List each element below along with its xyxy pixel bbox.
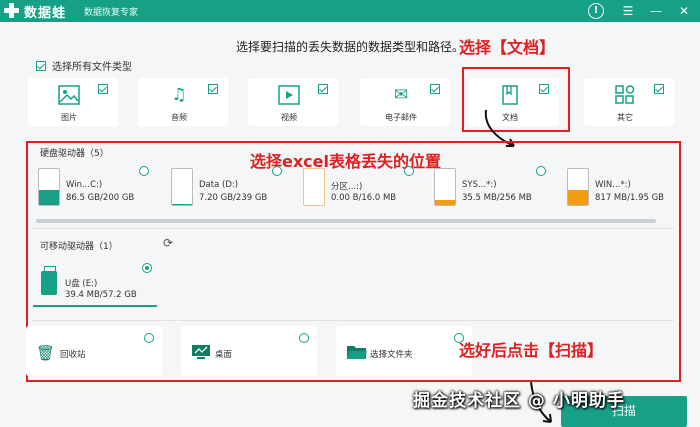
type-checkbox[interactable] bbox=[430, 84, 440, 94]
type-checkbox[interactable] bbox=[318, 84, 328, 94]
minimize-icon[interactable]: — bbox=[648, 3, 664, 19]
desktop-icon bbox=[191, 344, 211, 364]
drive-name: U盘 (E:) bbox=[65, 279, 98, 289]
hard-drive-icon bbox=[303, 168, 325, 206]
type-card-email[interactable]: ✉ 电子邮件 bbox=[360, 78, 450, 126]
drive-name: Data (D:) bbox=[199, 180, 239, 190]
app-brand: 数据蛙 bbox=[24, 6, 67, 21]
drive-name: Win...C:) bbox=[66, 180, 103, 190]
drive-radio[interactable] bbox=[139, 166, 149, 176]
drive-size: 817 MB/1.95 GB bbox=[595, 193, 665, 203]
drive-size: 0.00 B/16.0 MB bbox=[331, 193, 397, 203]
removable-drives-label: 可移动驱动器（1） bbox=[40, 242, 118, 252]
location-recycle-bin[interactable]: 🗑 回收站 bbox=[26, 326, 162, 376]
logo-icon bbox=[4, 3, 19, 18]
location-label: 选择文件夹 bbox=[370, 350, 413, 360]
hard-drive-icon bbox=[38, 168, 60, 206]
drive-radio[interactable] bbox=[404, 166, 414, 176]
folder-icon bbox=[346, 344, 368, 364]
type-checkbox[interactable] bbox=[98, 84, 108, 94]
usb-drive-icon bbox=[41, 266, 57, 295]
title-bar: 数据蛙 数据恢复专家 ! ☰ — ✕ bbox=[0, 0, 700, 22]
type-checkbox[interactable] bbox=[208, 84, 218, 94]
type-card-video[interactable]: 视频 bbox=[248, 78, 338, 126]
location-label: 桌面 bbox=[215, 350, 233, 360]
refresh-icon[interactable]: ⟳ bbox=[163, 236, 173, 250]
usb-drive-item[interactable]: U盘 (E:) 39.4 MB/57.2 GB bbox=[33, 263, 157, 307]
annotation-select-scan: 选好后点击【扫描】 bbox=[459, 341, 604, 360]
page-prompt: 选择要扫描的丢失数据的数据类型和路径。 bbox=[236, 40, 465, 54]
drive-size: 39.4 MB/57.2 GB bbox=[65, 290, 137, 300]
hard-drives-label: 硬盘驱动器（5） bbox=[40, 149, 109, 159]
hard-drive-icon bbox=[434, 168, 456, 206]
close-icon[interactable]: ✕ bbox=[676, 3, 692, 19]
location-radio[interactable] bbox=[299, 333, 309, 343]
drive-name: 分区...:) bbox=[331, 182, 363, 192]
drive-radio[interactable] bbox=[272, 166, 282, 176]
help-icon[interactable]: ! bbox=[588, 3, 604, 19]
select-all-checkbox[interactable]: 选择所有文件类型 bbox=[36, 58, 132, 73]
type-label: 图片 bbox=[61, 113, 77, 122]
location-label: 回收站 bbox=[60, 350, 86, 360]
email-icon: ✉ bbox=[393, 85, 409, 105]
type-card-audio[interactable]: ♫ 音频 bbox=[138, 78, 228, 126]
type-label: 音频 bbox=[171, 113, 187, 122]
drive-name: SYS...*:) bbox=[462, 180, 497, 190]
checkbox-icon bbox=[36, 60, 46, 71]
section-divider bbox=[32, 228, 674, 229]
drive-name: WIN...*:) bbox=[595, 180, 631, 190]
recycle-bin-icon: 🗑 bbox=[36, 344, 56, 362]
drive-size: 86.5 GB/200 GB bbox=[66, 193, 135, 203]
type-label: 其它 bbox=[617, 113, 633, 122]
app-subtitle: 数据恢复专家 bbox=[84, 8, 139, 18]
type-card-other[interactable]: 其它 bbox=[584, 78, 674, 126]
watermark: 掘金技术社区 @ 小明助手 bbox=[413, 391, 625, 411]
audio-icon: ♫ bbox=[171, 85, 187, 105]
hard-drive-icon bbox=[171, 168, 193, 206]
type-label: 电子邮件 bbox=[385, 113, 417, 122]
type-card-image[interactable]: 图片 bbox=[28, 78, 118, 126]
video-icon bbox=[278, 85, 300, 105]
annotation-select-doc: 选择【文档】 bbox=[459, 38, 556, 57]
drive-size: 35.5 MB/256 MB bbox=[462, 193, 532, 203]
usb-drive-radio[interactable] bbox=[142, 263, 152, 273]
type-label: 视频 bbox=[281, 113, 297, 122]
menu-icon[interactable]: ☰ bbox=[620, 3, 636, 19]
select-all-label: 选择所有文件类型 bbox=[52, 62, 132, 73]
image-icon bbox=[58, 85, 80, 105]
location-desktop[interactable]: 桌面 bbox=[181, 326, 317, 376]
section-divider bbox=[32, 320, 674, 321]
hard-drive-icon bbox=[567, 168, 589, 206]
other-icon bbox=[614, 85, 636, 105]
type-checkbox[interactable] bbox=[654, 84, 664, 94]
drive-size: 7.20 GB/239 GB bbox=[199, 193, 268, 203]
drive-item-4[interactable]: WIN...*:) 817 MB/1.95 GB bbox=[567, 168, 687, 208]
drive-radio[interactable] bbox=[536, 166, 546, 176]
location-radio[interactable] bbox=[144, 333, 154, 343]
horizontal-scrollbar[interactable] bbox=[36, 219, 656, 223]
location-select-folder[interactable]: 选择文件夹 bbox=[336, 326, 472, 376]
